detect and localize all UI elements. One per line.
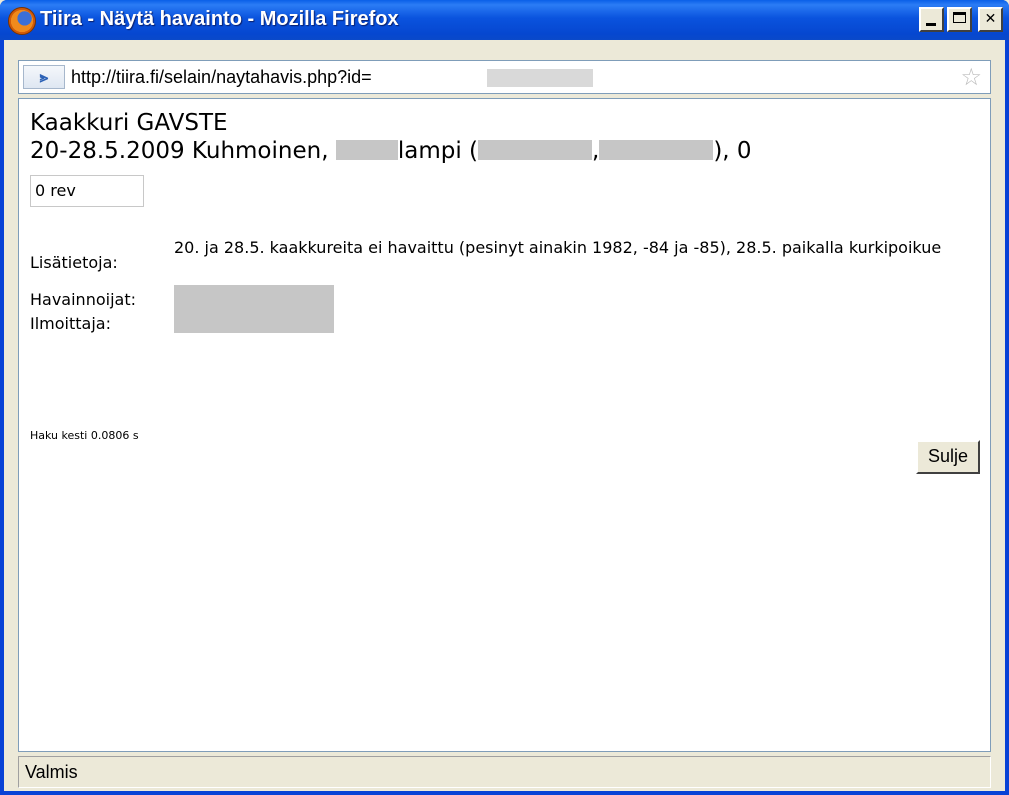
- minimize-icon: [926, 23, 936, 26]
- url-text[interactable]: http://tiira.fi/selain/naytahavis.php?id…: [71, 67, 372, 88]
- close-icon: ✕: [984, 11, 997, 27]
- reporter-label: Ilmoittaja:: [30, 314, 111, 333]
- window-controls: ✕: [919, 7, 1003, 32]
- status-bar: Valmis: [18, 756, 991, 788]
- bookmark-star-icon[interactable]: ☆: [960, 63, 982, 91]
- window-body: ⪢ http://tiira.fi/selain/naytahavis.php?…: [4, 40, 1005, 791]
- page-content: Kaakkuri GAVSTE 20-28.5.2009 Kuhmoinen, …: [18, 98, 991, 752]
- notes-label: Lisätietoja:: [30, 253, 118, 272]
- close-button[interactable]: Sulje: [916, 440, 980, 474]
- coord-redaction: [599, 140, 714, 160]
- title-bar[interactable]: Tiira - Näytä havainto - Mozilla Firefox…: [0, 0, 1009, 40]
- maximize-icon: [953, 12, 966, 23]
- person-redaction: [174, 285, 334, 333]
- species-heading: Kaakkuri GAVSTE: [30, 110, 228, 136]
- query-timing: Haku kesti 0.0806 s: [30, 429, 139, 442]
- firefox-icon: [8, 7, 36, 35]
- date-location-line: 20-28.5.2009 Kuhmoinen, lampi (, ), 0: [30, 137, 752, 165]
- date-place-prefix: 20-28.5.2009 Kuhmoinen,: [30, 138, 336, 164]
- coord-redaction: [478, 140, 592, 160]
- count-value: 0 rev: [30, 175, 144, 207]
- coord-separator: ,: [592, 138, 600, 164]
- observers-label: Havainnoijat:: [30, 290, 136, 309]
- notes-text: 20. ja 28.5. kaakkureita ei havaittu (pe…: [174, 238, 942, 257]
- site-identity-icon[interactable]: ⪢: [23, 65, 65, 89]
- close-window-button[interactable]: ✕: [978, 7, 1003, 32]
- maximize-button[interactable]: [947, 7, 972, 32]
- browser-window: Tiira - Näytä havainto - Mozilla Firefox…: [0, 0, 1009, 795]
- place-redaction: [335, 140, 398, 160]
- window-title: Tiira - Näytä havainto - Mozilla Firefox: [40, 8, 399, 30]
- address-bar[interactable]: ⪢ http://tiira.fi/selain/naytahavis.php?…: [18, 60, 991, 94]
- minimize-button[interactable]: [919, 7, 944, 32]
- url-redaction: [487, 69, 593, 87]
- lake-suffix: lampi (: [397, 138, 478, 164]
- coords-end: ), 0: [713, 138, 752, 164]
